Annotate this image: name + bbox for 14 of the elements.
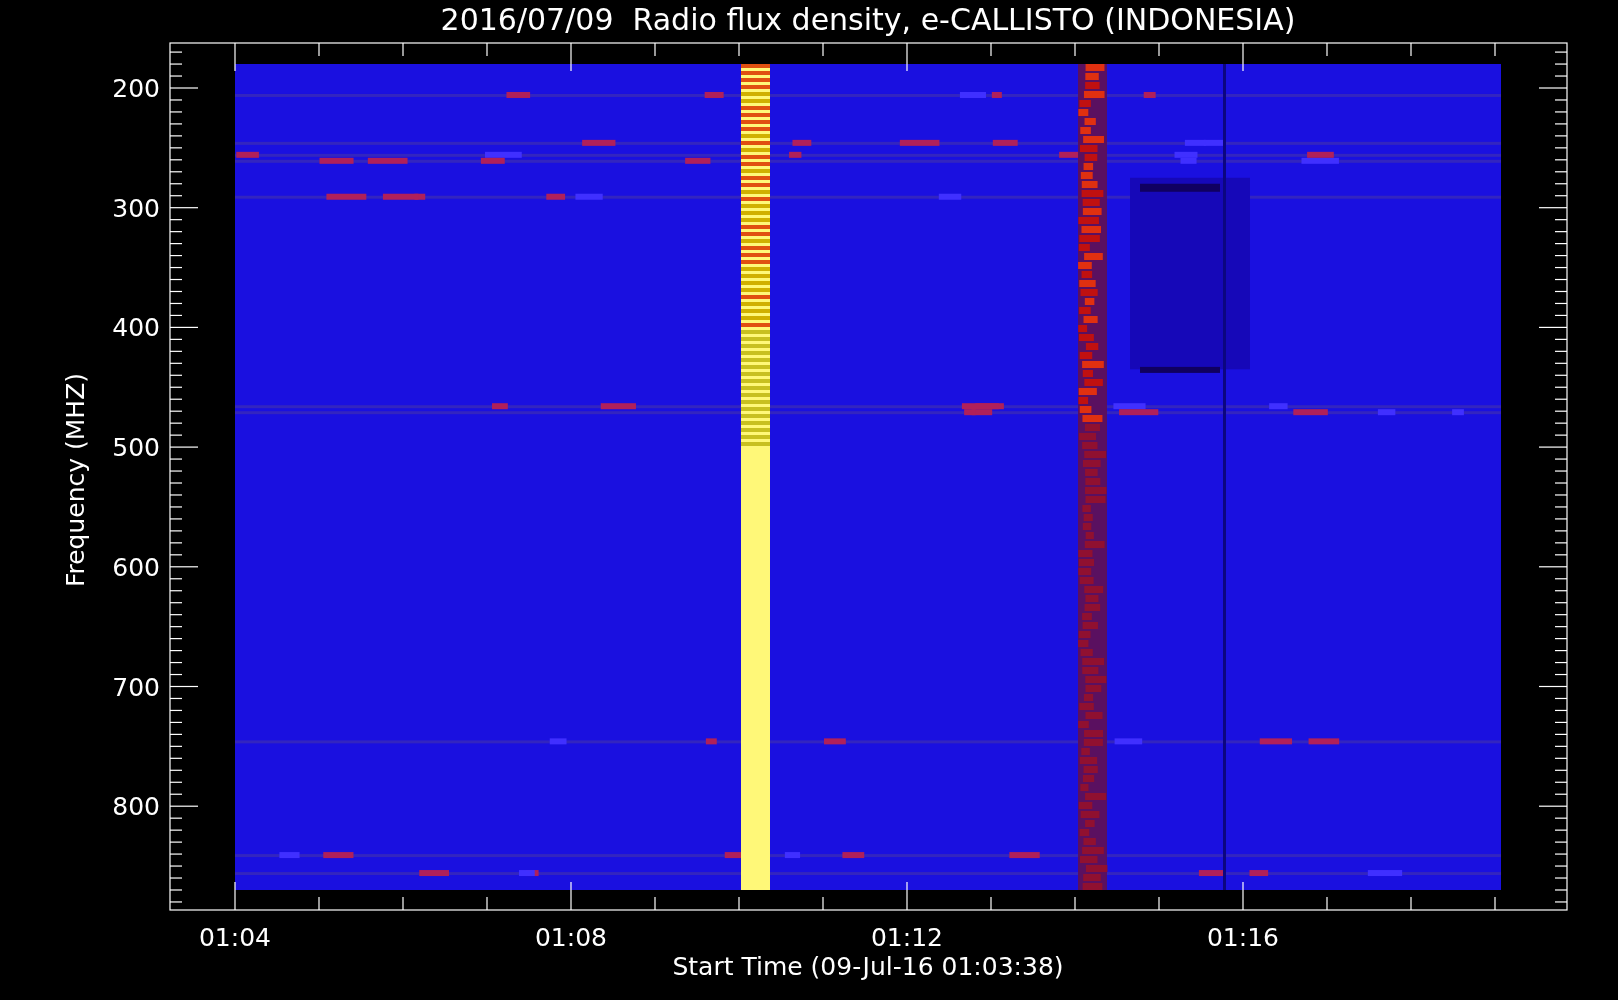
y-tick-label: 400 xyxy=(112,313,160,343)
x-axis-label: Start Time (09-Jul-16 01:03:38) xyxy=(672,952,1064,981)
x-tick-label: 01:12 xyxy=(871,923,943,952)
y-tick-label: 700 xyxy=(112,672,160,702)
x-tick-label: 01:04 xyxy=(199,923,271,952)
y-tick-label: 500 xyxy=(112,433,160,463)
y-tick-label: 200 xyxy=(112,74,160,103)
y-tick-label: 800 xyxy=(112,792,160,822)
y-axis-label: Frequency (MHZ) xyxy=(61,372,90,588)
x-tick-label: 01:08 xyxy=(535,923,607,952)
y-tick-label: 300 xyxy=(112,193,160,223)
y-tick-label: 600 xyxy=(112,552,160,582)
x-tick-label: 01:16 xyxy=(1207,923,1279,952)
chart-title: 2016/07/09 Radio flux density, e-CALLISTO (INDONESIA) xyxy=(440,2,1296,37)
